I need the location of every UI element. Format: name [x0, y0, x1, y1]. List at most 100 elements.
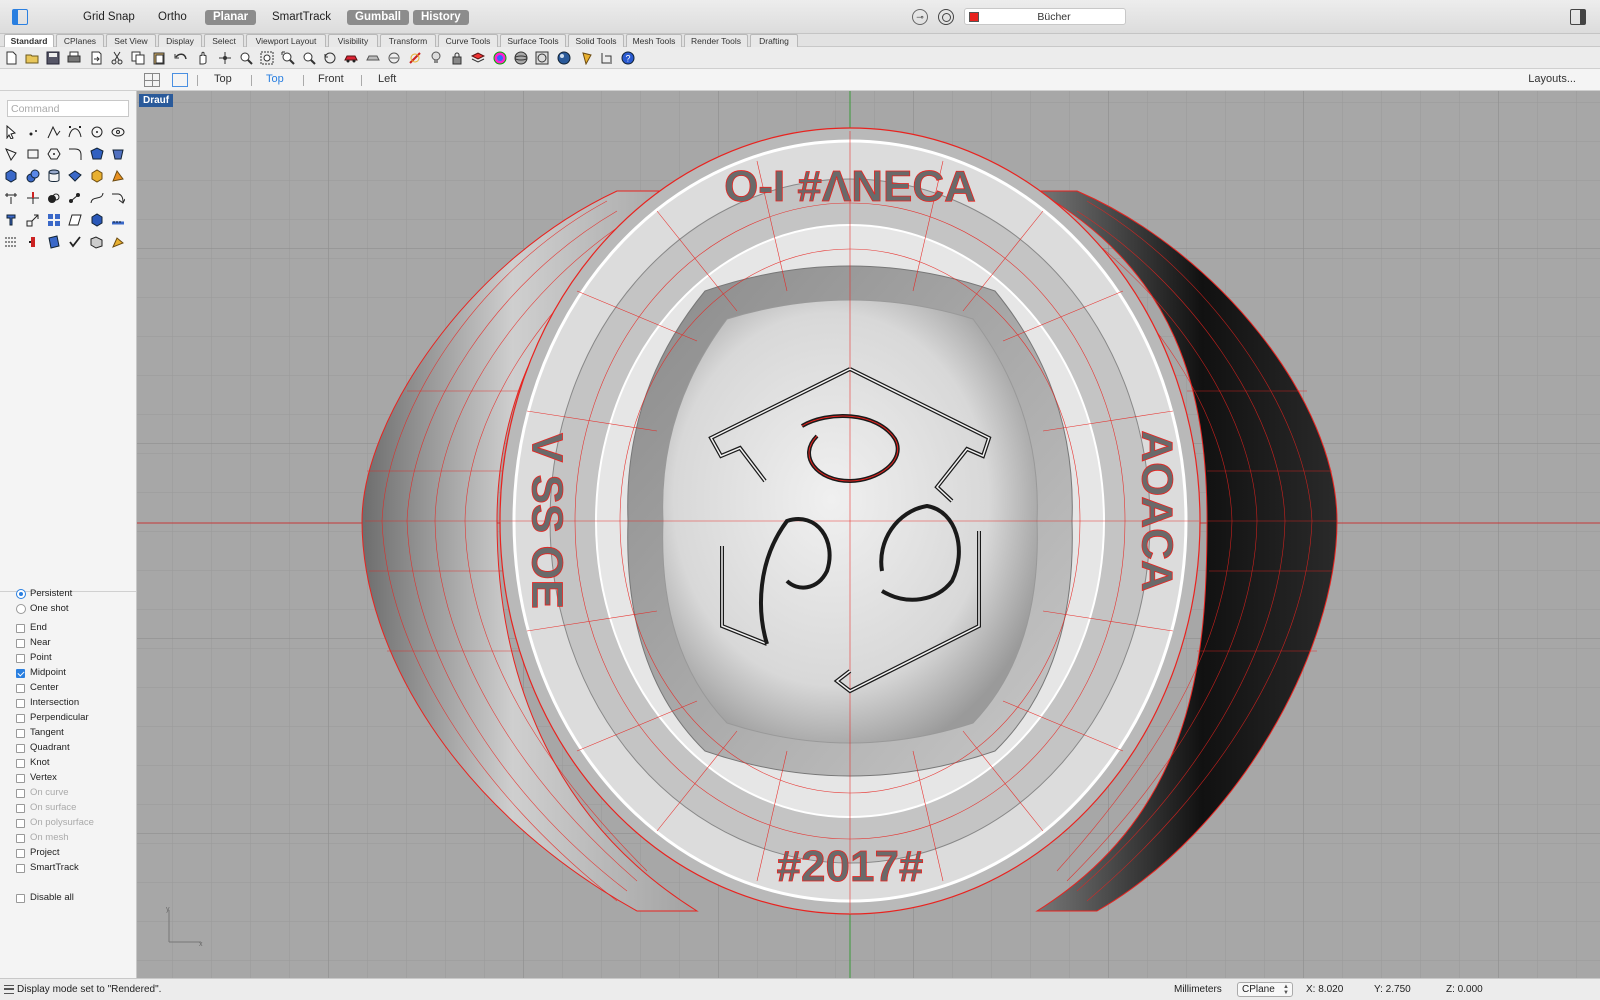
sidebar-toggle-icon[interactable] [12, 9, 28, 25]
top-viewport[interactable]: O-I #ΛNECA V SS OE AOACA #2017# Drauf y … [137, 91, 1600, 978]
cylinder-solid-icon[interactable] [47, 169, 61, 183]
viewport-tab-left[interactable]: Left [378, 73, 396, 85]
pan-hand-icon[interactable] [196, 51, 210, 65]
command-input[interactable] [7, 100, 129, 117]
checkbox[interactable] [16, 654, 25, 663]
gumball-toggle[interactable]: Gumball [347, 10, 410, 25]
target-icon[interactable] [938, 9, 954, 25]
viewport-title[interactable]: Drauf [139, 94, 174, 107]
checkbox[interactable] [16, 834, 25, 843]
gumball-tool-icon[interactable] [4, 213, 18, 227]
layouts-button[interactable]: Layouts... [1528, 73, 1576, 85]
cut-icon[interactable] [110, 51, 124, 65]
history-toggle[interactable]: History [413, 10, 469, 25]
osnap-icon[interactable]: ⊸ [912, 9, 928, 25]
make2d-icon[interactable] [111, 235, 125, 249]
boolean-icon[interactable] [111, 169, 125, 183]
paste-icon[interactable] [152, 51, 166, 65]
new-file-icon[interactable] [4, 51, 18, 65]
radio-button[interactable] [16, 589, 26, 599]
box-solid-icon[interactable] [4, 169, 18, 183]
current-layer-selector[interactable]: Bücher [964, 8, 1126, 25]
tab-drafting[interactable]: Drafting [750, 34, 798, 47]
viewport-tab-front[interactable]: Front [318, 73, 344, 85]
print-icon[interactable] [67, 51, 81, 65]
tab-standard[interactable]: Standard [4, 34, 54, 47]
tab-select[interactable]: Select [204, 34, 244, 47]
checkbox[interactable] [16, 669, 25, 678]
mesh-tool-icon[interactable] [90, 169, 104, 183]
viewport-tab-top[interactable]: Top [214, 73, 232, 85]
units-label[interactable]: Millimeters [1174, 984, 1222, 995]
hide-objects-icon[interactable] [408, 51, 422, 65]
checkbox[interactable] [16, 864, 25, 873]
light-icon[interactable] [580, 51, 594, 65]
lock-icon[interactable] [450, 51, 464, 65]
flow-along-icon[interactable] [68, 213, 82, 227]
checkbox[interactable] [16, 789, 25, 798]
single-viewport-icon[interactable] [172, 73, 188, 87]
rectangle-icon[interactable] [26, 147, 40, 161]
viewport-tab-top-active[interactable]: Top [266, 73, 284, 85]
checkbox[interactable] [16, 894, 25, 903]
tab-set-view[interactable]: Set View [106, 34, 156, 47]
checkbox[interactable] [16, 804, 25, 813]
zoom-icon[interactable] [239, 51, 253, 65]
import-icon[interactable] [89, 51, 103, 65]
checkbox[interactable] [16, 819, 25, 828]
checkbox[interactable] [16, 849, 25, 858]
circle-icon[interactable] [90, 125, 104, 139]
tab-curve-tools[interactable]: Curve Tools [438, 34, 498, 47]
shaded-sphere-icon[interactable] [514, 51, 528, 65]
dimension-linear-icon[interactable] [4, 191, 18, 205]
curve-icon[interactable] [68, 125, 82, 139]
checkbox[interactable] [16, 744, 25, 753]
lightbulb-icon[interactable] [429, 51, 443, 65]
array-icon[interactable] [47, 213, 61, 227]
smarttrack-toggle[interactable]: SmartTrack [264, 10, 339, 25]
zoom-selected-icon[interactable] [302, 51, 316, 65]
select-crossing-icon[interactable] [387, 51, 401, 65]
analyze-icon[interactable] [26, 235, 40, 249]
fillet-curve-icon[interactable] [68, 147, 82, 161]
open-folder-icon[interactable] [25, 51, 39, 65]
panels-toggle-icon[interactable] [1570, 9, 1586, 25]
ruler-icon[interactable] [111, 213, 125, 227]
layers-icon[interactable] [471, 51, 485, 65]
zoom-extents-icon[interactable] [281, 51, 295, 65]
copy-icon[interactable] [131, 51, 145, 65]
undo-view-icon[interactable] [323, 51, 337, 65]
zoom-window-icon[interactable] [260, 51, 274, 65]
check-icon[interactable] [68, 235, 82, 249]
mesh-sphere-icon[interactable] [535, 51, 549, 65]
tab-visibility[interactable]: Visibility [328, 34, 378, 47]
extrude-icon[interactable] [68, 169, 82, 183]
point-icon[interactable] [26, 125, 40, 139]
select-arrow-icon[interactable] [4, 125, 18, 139]
trim-icon[interactable] [26, 191, 40, 205]
hexagon-icon[interactable] [47, 147, 61, 161]
command-history-icon[interactable] [4, 985, 14, 994]
sphere-solid-icon[interactable] [26, 169, 40, 183]
render-sphere-icon[interactable] [557, 51, 571, 65]
save-icon[interactable] [46, 51, 60, 65]
tab-cplanes[interactable]: CPlanes [56, 34, 104, 47]
tab-viewport-layout[interactable]: Viewport Layout [246, 34, 326, 47]
scale-icon[interactable] [26, 213, 40, 227]
checkbox[interactable] [16, 774, 25, 783]
loft-icon[interactable] [111, 147, 125, 161]
split-icon[interactable] [47, 191, 61, 205]
ellipse-icon[interactable] [111, 125, 125, 139]
radio-button[interactable] [16, 604, 26, 614]
ortho-toggle[interactable]: Ortho [150, 10, 195, 25]
select-car-icon[interactable] [344, 51, 358, 65]
checkbox[interactable] [16, 684, 25, 693]
checkbox[interactable] [16, 759, 25, 768]
cplane-select[interactable]: CPlane ▲ ▼ [1237, 982, 1293, 997]
select-window-icon[interactable] [366, 51, 380, 65]
rotate-view-icon[interactable] [218, 51, 232, 65]
grid-snap-toggle[interactable]: Grid Snap [75, 10, 143, 25]
grid-points-icon[interactable] [4, 235, 18, 249]
tab-mesh-tools[interactable]: Mesh Tools [626, 34, 682, 47]
color-wheel-icon[interactable] [493, 51, 507, 65]
